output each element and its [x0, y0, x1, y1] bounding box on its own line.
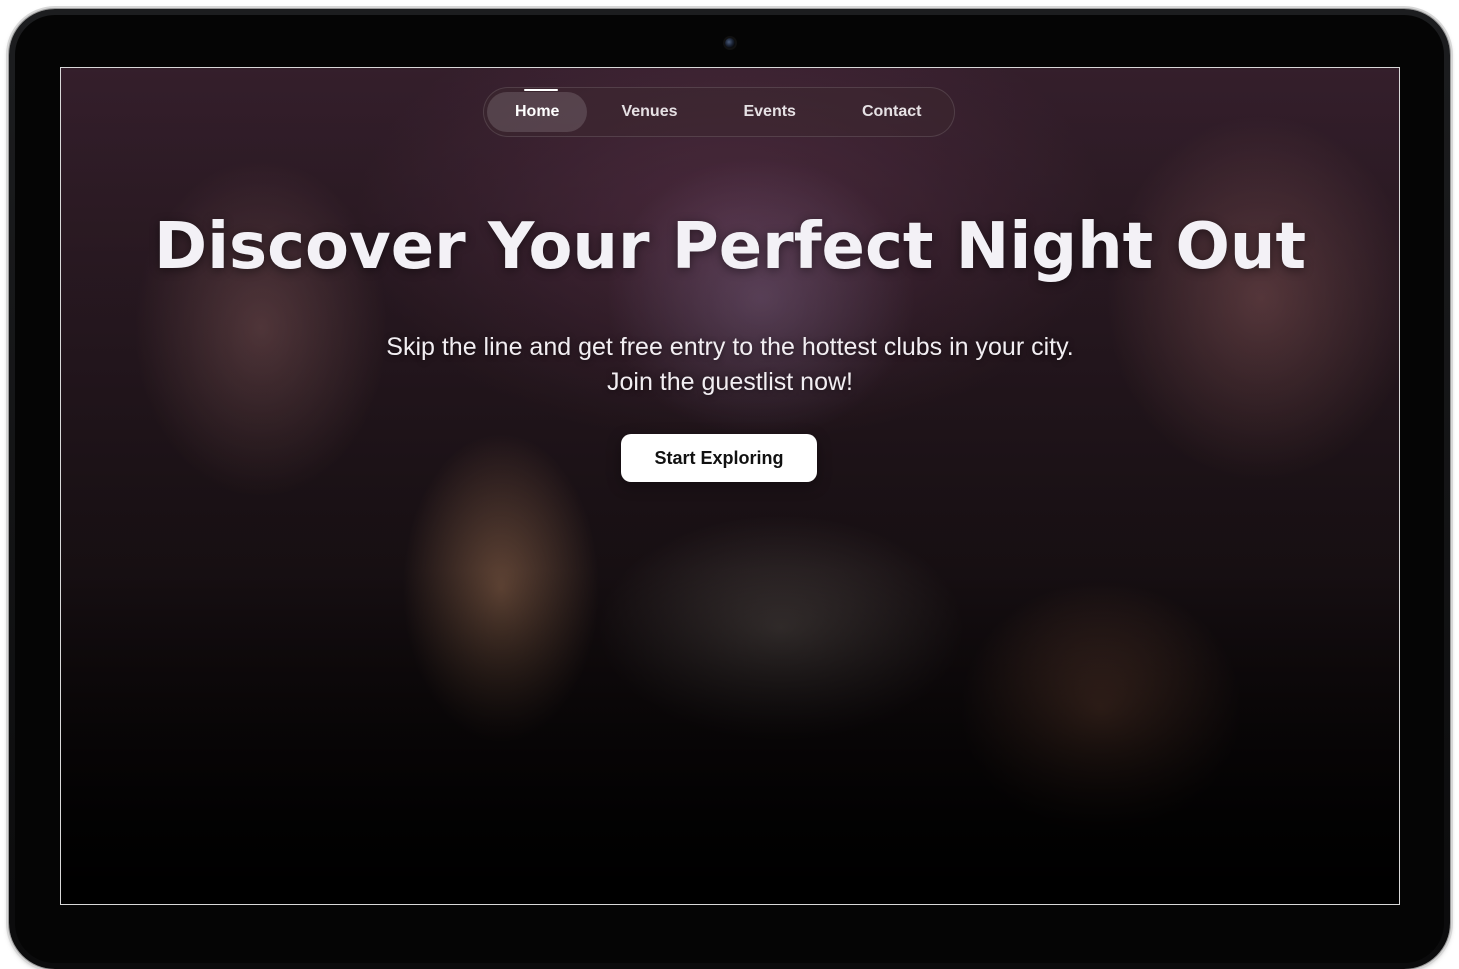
hero-subtitle-line-1: Skip the line and get free entry to the …: [386, 333, 1074, 361]
hero-subtitle-line-2: Join the guestlist now!: [607, 368, 853, 396]
website-viewport: Home Venues Events Contact Discover Your…: [60, 67, 1400, 905]
start-exploring-button[interactable]: Start Exploring: [621, 434, 817, 482]
nav-item-venues[interactable]: Venues: [593, 92, 705, 132]
nav-item-home[interactable]: Home: [487, 89, 588, 132]
nav-item-label: Venues: [621, 103, 678, 120]
active-indicator: [524, 89, 558, 91]
hero-subtitle: Skip the line and get free entry to the …: [61, 330, 1399, 400]
hero-title: Discover Your Perfect Night Out: [153, 210, 1307, 284]
webcam-icon: [725, 38, 735, 48]
hero-overlay: [61, 68, 1399, 904]
nav-item-label: Home: [515, 103, 560, 120]
top-navigation: Home Venues Events Contact: [483, 87, 955, 137]
nav-item-events[interactable]: Events: [715, 92, 823, 132]
nav-item-contact[interactable]: Contact: [834, 92, 950, 132]
nav-item-label: Contact: [861, 103, 922, 120]
nav-item-label: Events: [743, 103, 796, 120]
